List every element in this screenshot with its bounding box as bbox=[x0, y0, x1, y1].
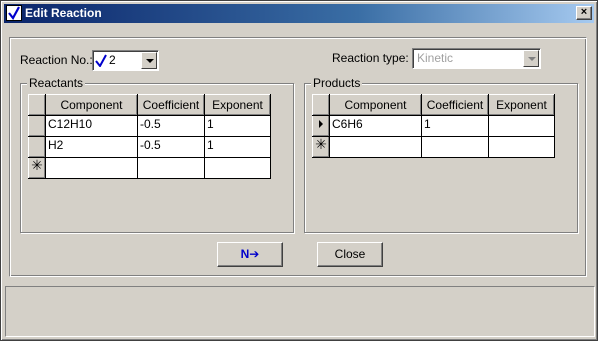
row-selector-header bbox=[28, 94, 46, 116]
asterisk-icon: ✳ bbox=[315, 136, 327, 152]
checkmark-icon bbox=[95, 54, 107, 70]
asterisk-icon: ✳ bbox=[31, 157, 43, 173]
reaction-type-label: Reaction type: bbox=[332, 51, 409, 65]
close-icon: × bbox=[580, 6, 588, 18]
new-row-selector[interactable]: ✳ bbox=[28, 157, 46, 179]
column-header-exponent[interactable]: Exponent bbox=[204, 94, 271, 116]
chevron-down-icon[interactable] bbox=[141, 52, 157, 69]
reaction-no-label: Reaction No.: bbox=[20, 53, 93, 67]
cell-coefficient[interactable] bbox=[421, 136, 489, 158]
table-row[interactable]: C12H10 -0.5 1 bbox=[28, 115, 271, 137]
status-bar bbox=[5, 286, 595, 337]
cell-component[interactable]: C6H6 bbox=[329, 115, 422, 137]
checkmark-app-icon bbox=[6, 5, 22, 21]
products-table: Component Coefficient Exponent C6H6 1 ✳ bbox=[312, 94, 555, 158]
new-row[interactable]: ✳ bbox=[312, 136, 555, 158]
close-window-button[interactable]: × bbox=[576, 6, 592, 20]
cell-coefficient[interactable] bbox=[137, 157, 205, 179]
reactants-title: Reactants bbox=[27, 76, 86, 90]
table-row[interactable]: H2 -0.5 1 bbox=[28, 136, 271, 158]
chevron-down-icon[interactable] bbox=[523, 50, 539, 67]
products-group: Products Component Coefficient Exponent … bbox=[304, 76, 578, 233]
reaction-no-value: 2 bbox=[109, 53, 116, 67]
cell-exponent[interactable]: 1 bbox=[204, 136, 271, 158]
table-row[interactable]: C6H6 1 bbox=[312, 115, 555, 137]
row-selector-header bbox=[312, 94, 330, 116]
column-header-component[interactable]: Component bbox=[45, 94, 138, 116]
cell-component[interactable]: H2 bbox=[45, 136, 138, 158]
reactants-group: Reactants Component Coefficient Exponent… bbox=[20, 76, 294, 233]
cell-component[interactable] bbox=[45, 157, 138, 179]
reaction-no-select[interactable]: 2 bbox=[92, 50, 159, 71]
products-title: Products bbox=[311, 76, 363, 90]
close-button[interactable]: Close bbox=[317, 242, 383, 267]
row-selector[interactable] bbox=[312, 115, 330, 137]
current-row-arrow-icon bbox=[319, 119, 323, 128]
column-header-exponent[interactable]: Exponent bbox=[488, 94, 555, 116]
next-button[interactable]: N➔ bbox=[217, 242, 283, 267]
title-bar: Edit Reaction × bbox=[4, 4, 594, 23]
cell-exponent[interactable]: 1 bbox=[204, 115, 271, 137]
cell-coefficient[interactable]: -0.5 bbox=[137, 115, 205, 137]
cell-component[interactable] bbox=[329, 136, 422, 158]
new-row[interactable]: ✳ bbox=[28, 157, 271, 179]
table-header-row: Component Coefficient Exponent bbox=[28, 94, 271, 116]
cell-exponent[interactable] bbox=[488, 136, 555, 158]
close-label: Close bbox=[334, 247, 366, 261]
new-row-selector[interactable]: ✳ bbox=[312, 136, 330, 158]
row-selector[interactable] bbox=[28, 136, 46, 158]
column-header-coefficient[interactable]: Coefficient bbox=[137, 94, 205, 116]
cell-exponent[interactable] bbox=[488, 115, 555, 137]
cell-coefficient[interactable]: -0.5 bbox=[137, 136, 205, 158]
cell-coefficient[interactable]: 1 bbox=[421, 115, 489, 137]
table-header-row: Component Coefficient Exponent bbox=[312, 94, 555, 116]
reaction-type-select[interactable]: Kinetic bbox=[412, 48, 541, 69]
cell-component[interactable]: C12H10 bbox=[45, 115, 138, 137]
column-header-coefficient[interactable]: Coefficient bbox=[421, 94, 489, 116]
reaction-type-value: Kinetic bbox=[417, 51, 454, 65]
cell-exponent[interactable] bbox=[204, 157, 271, 179]
next-label: N➔ bbox=[240, 247, 260, 261]
edit-reaction-window: Edit Reaction × Reaction No.: 2 Reaction… bbox=[0, 0, 598, 341]
dialog-body: Reaction No.: 2 Reaction type: Kinetic R… bbox=[9, 37, 587, 277]
window-title: Edit Reaction bbox=[25, 6, 102, 20]
column-header-component[interactable]: Component bbox=[329, 94, 422, 116]
reactants-table: Component Coefficient Exponent C12H10 -0… bbox=[28, 94, 271, 179]
row-selector[interactable] bbox=[28, 115, 46, 137]
